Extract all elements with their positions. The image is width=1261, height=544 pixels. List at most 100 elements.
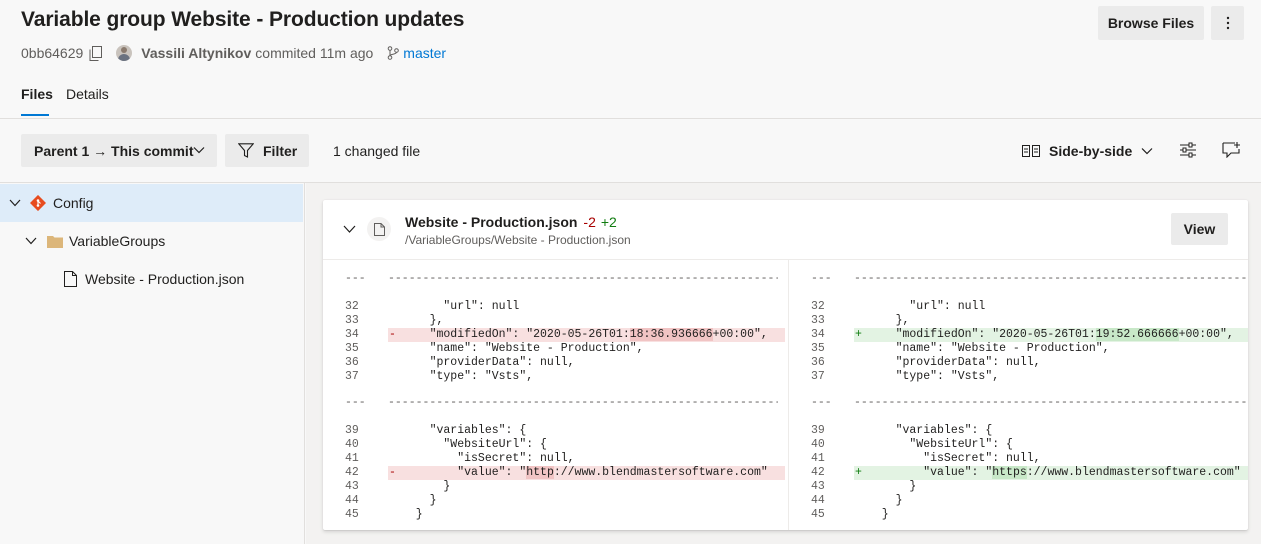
filter-button[interactable]: Filter	[225, 134, 309, 167]
branch-link[interactable]: master	[403, 45, 446, 61]
code-line: "name": "Website - Production",	[868, 342, 1110, 355]
folder-icon	[47, 235, 63, 248]
commit-meta: 0bb64629 Vassili Altynikov commited 11m …	[21, 44, 446, 62]
line-number: 45	[811, 508, 825, 521]
line-number: 42	[811, 466, 825, 479]
line-number: 43	[811, 480, 825, 493]
line-number: 36	[811, 356, 825, 369]
diff-pane-original: --- -------------------------------------…	[323, 260, 788, 530]
line-number: 34	[345, 328, 359, 341]
file-icon	[64, 271, 77, 287]
line-number: 33	[345, 314, 359, 327]
hunk-separator-line: ----------------------------------------…	[388, 272, 778, 285]
divider	[0, 118, 1261, 119]
more-vertical-icon	[1226, 15, 1230, 31]
file-name-text: Website - Production.json	[405, 214, 578, 230]
code-line: "name": "Website - Production",	[402, 342, 644, 355]
view-mode-dropdown[interactable]: Side-by-side	[1022, 134, 1153, 167]
changed-text-highlight: 19:52.666666	[1095, 328, 1179, 341]
code-line: "providerData": null,	[868, 356, 1041, 369]
tree-item-label: VariableGroups	[69, 233, 166, 249]
changed-text-highlight: http	[526, 466, 554, 479]
code-line: "value": "http://www.blendmastersoftware…	[402, 466, 768, 479]
diff-file-path: /VariableGroups/Website - Production.jso…	[405, 233, 631, 247]
deletion-count: -2	[583, 214, 596, 230]
view-mode-label: Side-by-side	[1049, 142, 1133, 159]
addition-marker: +	[855, 328, 862, 341]
browse-files-button[interactable]: Browse Files	[1098, 6, 1204, 40]
diff-pane-modified: --- -------------------------------------…	[789, 260, 1248, 530]
code-line: }	[402, 494, 437, 507]
chevron-down-icon	[1141, 145, 1153, 157]
chevron-down-icon	[193, 144, 205, 156]
commit-hash: 0bb64629	[21, 45, 84, 61]
tree-item-label: Config	[53, 195, 94, 211]
sliders-icon[interactable]	[1179, 141, 1197, 159]
tree-item-config[interactable]: Config	[0, 184, 303, 222]
line-number: 42	[345, 466, 359, 479]
copy-icon[interactable]	[89, 45, 103, 61]
avatar	[116, 45, 133, 61]
code-line: "value": "https://www.blendmastersoftwar…	[868, 466, 1241, 479]
addition-count: +2	[600, 214, 617, 230]
file-diff-card: Website - Production.json -2 +2 /VariableG…	[323, 200, 1248, 530]
code-line: "type": "Vsts",	[868, 370, 1000, 383]
code-line: "WebsiteUrl": {	[868, 438, 1013, 451]
code-line: "modifiedOn": "2020-05-26T01:18:36.93666…	[402, 328, 768, 341]
file-tree: Config VariableGroups Website - Producti…	[0, 183, 305, 544]
deletion-marker: -	[389, 466, 396, 479]
tree-item-variablegroups[interactable]: VariableGroups	[0, 222, 303, 260]
line-number: 43	[345, 480, 359, 493]
line-number: 44	[345, 494, 359, 507]
diff-file-name: Website - Production.json -2 +2	[405, 214, 617, 230]
view-file-button[interactable]: View	[1171, 213, 1228, 245]
code-line: }	[868, 508, 889, 521]
file-icon	[367, 217, 391, 241]
tree-item-website-production-json[interactable]: Website - Production.json	[0, 260, 303, 298]
tab-details[interactable]: Details	[66, 86, 109, 102]
active-tab-indicator	[21, 114, 49, 116]
filter-label: Filter	[263, 142, 298, 159]
code-line: "type": "Vsts",	[402, 370, 534, 383]
tab-files[interactable]: Files	[21, 86, 53, 102]
line-number: 37	[345, 370, 359, 383]
chevron-down-icon[interactable]	[9, 198, 21, 208]
hunk-separator-line: ----------------------------------------…	[854, 396, 1248, 409]
line-number: 39	[345, 424, 359, 437]
commit-author[interactable]: Vassili Altynikov	[141, 45, 251, 61]
line-number: 39	[811, 424, 825, 437]
line-number: 34	[811, 328, 825, 341]
line-number: 44	[811, 494, 825, 507]
code-line: }	[402, 508, 423, 521]
changed-files-count: 1 changed file	[333, 143, 421, 159]
code-line: "url": null	[868, 300, 986, 313]
line-number: 45	[345, 508, 359, 521]
hunk-separator-line: ----------------------------------------…	[388, 396, 778, 409]
code-line: }	[868, 480, 917, 493]
more-actions-button[interactable]	[1211, 6, 1244, 40]
compare-parent-label: Parent 1 → This commit	[34, 142, 194, 159]
line-number: 32	[811, 300, 825, 313]
commit-time: commited 11m ago	[255, 45, 374, 61]
side-by-side-icon	[1022, 144, 1040, 157]
chevron-down-icon[interactable]	[343, 224, 356, 234]
chevron-down-icon[interactable]	[25, 236, 37, 246]
code-line: "isSecret": null,	[868, 452, 1041, 465]
line-number: 32	[345, 300, 359, 313]
line-number: 36	[345, 356, 359, 369]
line-number: 37	[811, 370, 825, 383]
code-line: "WebsiteUrl": {	[402, 438, 547, 451]
line-number: 40	[345, 438, 359, 451]
code-line: "variables": {	[402, 424, 527, 437]
page-title: Variable group Website - Production upda…	[21, 8, 465, 31]
code-line: },	[868, 314, 910, 327]
code-line: "url": null	[402, 300, 520, 313]
hunk-separator-label: ---	[811, 272, 832, 285]
addition-marker: +	[855, 466, 862, 479]
git-repo-icon	[30, 195, 46, 211]
deletion-marker: -	[389, 328, 396, 341]
comment-add-icon[interactable]	[1222, 142, 1240, 158]
line-number: 41	[811, 452, 825, 465]
compare-parent-dropdown[interactable]: Parent 1 → This commit	[21, 134, 217, 167]
line-number: 35	[811, 342, 825, 355]
